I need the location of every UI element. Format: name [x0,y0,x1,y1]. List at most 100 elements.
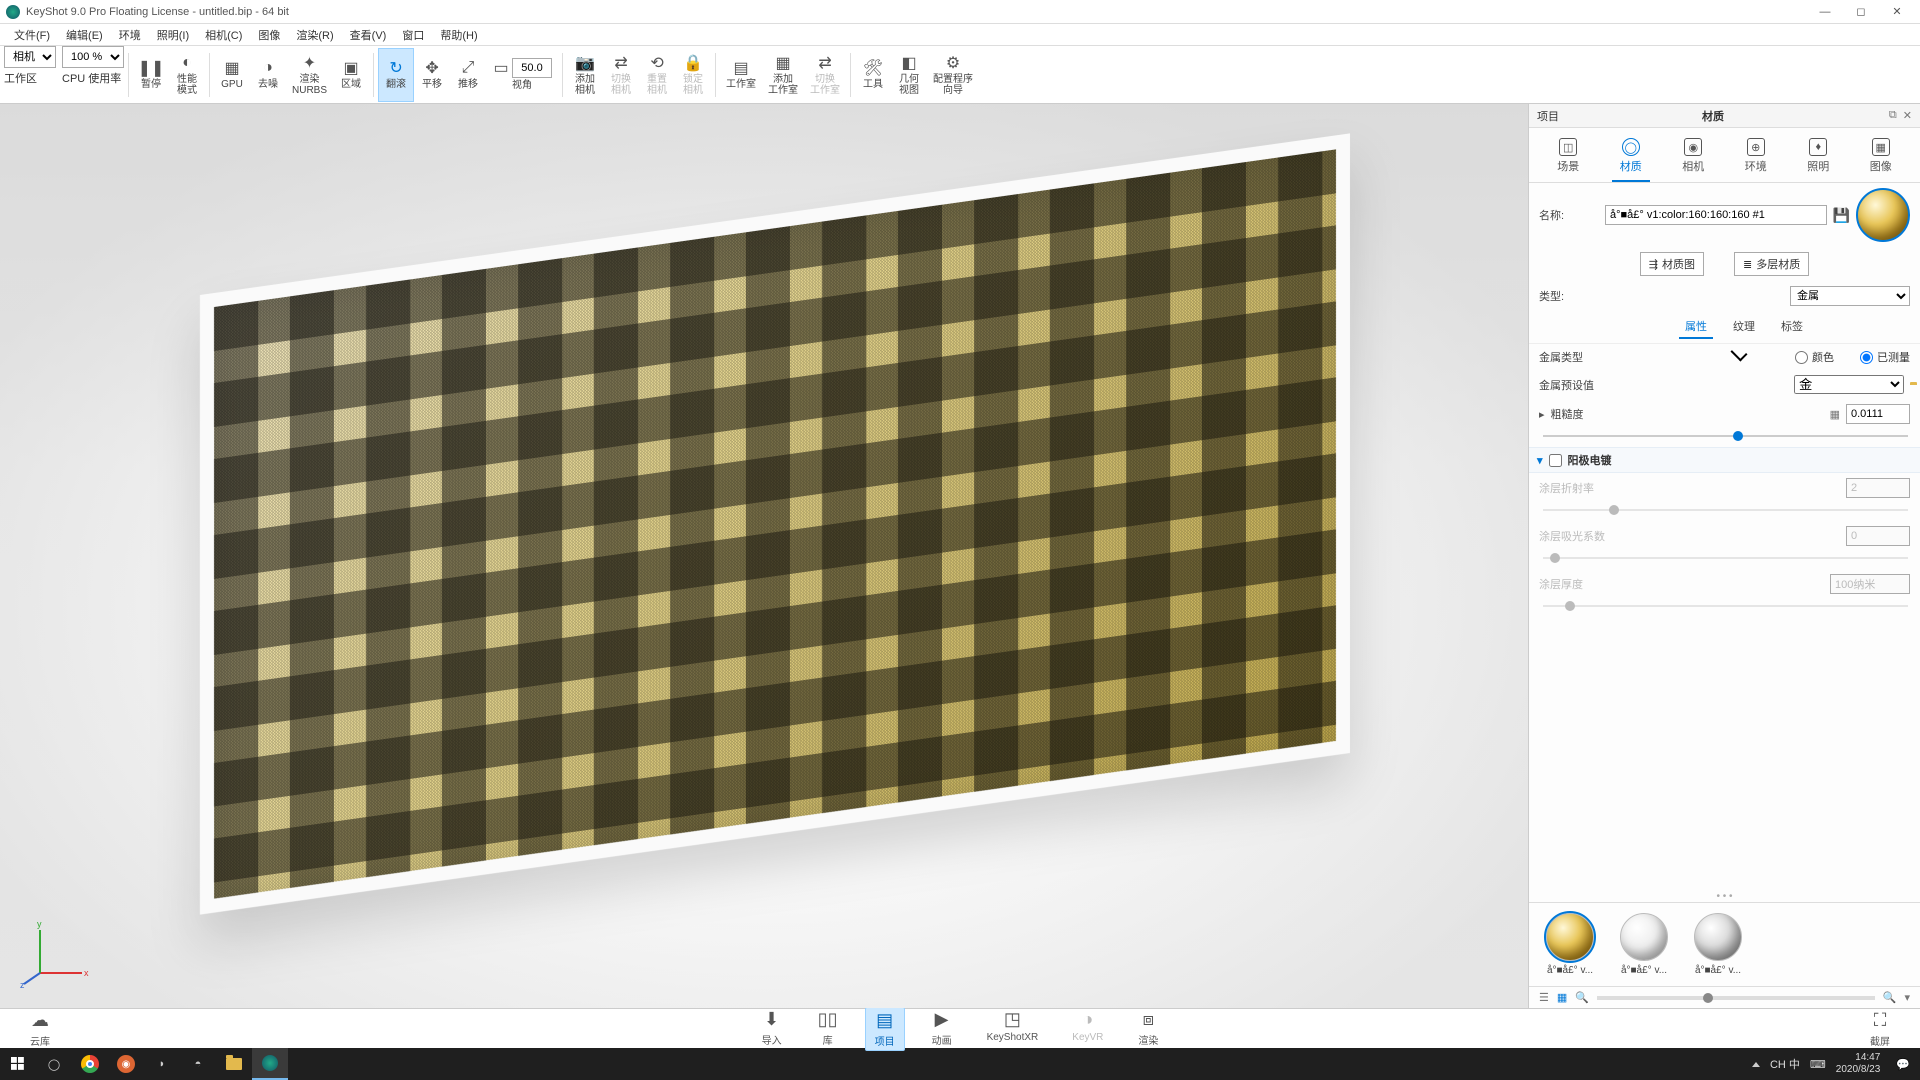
taskbar-obs[interactable]: ◓ [180,1048,216,1080]
animation-button[interactable]: ▶动画 [923,1007,961,1051]
menu-edit[interactable]: 编辑(E) [58,25,111,45]
ime-indicator[interactable]: CH 中 [1770,1056,1800,1072]
subtab-textures[interactable]: 纹理 [1727,315,1761,339]
wizard-icon: ⚙ [944,54,962,72]
taskbar-chrome[interactable] [72,1048,108,1080]
expand-icon[interactable]: ▸ [1539,408,1545,421]
dolly-button[interactable]: ⤢推移 [450,48,486,102]
add-studio-button[interactable]: ▦添加 工作室 [762,48,804,102]
close-button[interactable]: ✕ [1880,2,1914,22]
import-button[interactable]: ⬇导入 [753,1007,791,1051]
maximize-button[interactable]: ◻ [1844,2,1878,22]
anodize-checkbox[interactable] [1549,454,1562,467]
menu-render[interactable]: 渲染(R) [288,25,341,45]
denoise-button[interactable]: ◑去噪 [250,48,286,102]
subtab-properties[interactable]: 属性 [1679,315,1713,339]
save-material-icon[interactable]: 💾 [1833,207,1850,224]
list-view-icon[interactable]: ☰ [1539,991,1549,1004]
tab-material[interactable]: ◯材质 [1612,134,1650,182]
pause-button[interactable]: ❚❚暂停 [133,48,169,102]
filter-icon[interactable]: ▾ [1904,991,1910,1004]
taskbar-keyshot[interactable] [252,1048,288,1080]
roughness-slider[interactable] [1543,429,1908,443]
measured-radio[interactable]: 已测量 [1860,349,1910,365]
main-area: x y z 项目 材质 ⧉ ✕ ◫场景 ◯材质 ◉相机 ⊕环境 ♦照明 ▦图像 … [0,104,1920,1008]
menu-help[interactable]: 帮助(H) [432,25,485,45]
tab-camera[interactable]: ◉相机 [1674,134,1712,182]
menu-image[interactable]: 图像 [250,25,288,45]
metal-preset-select[interactable]: 金 [1794,375,1904,394]
tools-button[interactable]: 🛠工具 [855,48,891,102]
studio-button[interactable]: ▤工作室 [720,48,762,102]
axis-gizmo: x y z [20,918,90,988]
render-viewport[interactable]: x y z [0,104,1528,1008]
anodize-header[interactable]: ▾ 阳极电镀 [1529,447,1920,473]
nurbs-button[interactable]: ✦渲染 NURBS [286,48,333,102]
reset-camera-button[interactable]: ⟲重置 相机 [639,48,675,102]
gpu-button[interactable]: ▦GPU [214,48,250,102]
camera-select[interactable]: 相机 [4,46,56,68]
project-button[interactable]: ▤项目 [865,1007,905,1051]
menu-lighting[interactable]: 照明(I) [149,25,197,45]
performance-button[interactable]: ◐性能 模式 [169,48,205,102]
menu-file[interactable]: 文件(F) [6,25,58,45]
zoom-in-icon[interactable]: 🔍 [1883,991,1897,1004]
add-camera-button[interactable]: 📷添加 相机 [567,48,603,102]
zoom-select[interactable]: 100 % [62,46,124,68]
swatch-zoom-slider[interactable] [1597,996,1875,1000]
config-wizard-button[interactable]: ⚙配置程序 向导 [927,48,979,102]
taskbar-steam[interactable]: ◗ [144,1048,180,1080]
undock-icon[interactable]: ⧉ [1889,109,1897,122]
render-button[interactable]: ⧈渲染 [1129,1007,1167,1051]
menu-view[interactable]: 查看(V) [342,25,395,45]
material-graph-button[interactable]: ⇶材质图 [1640,252,1704,276]
keyvr-button[interactable]: ◑KeyVR [1064,1007,1111,1051]
color-radio[interactable]: 颜色 [1795,349,1834,365]
material-type-select[interactable]: 金属 [1790,286,1910,306]
taskbar-clock[interactable]: 14:472020/8/23 [1836,1052,1887,1076]
minimize-button[interactable]: — [1808,2,1842,22]
region-button[interactable]: ▣区域 [333,48,369,102]
library-button[interactable]: ▯▯库 [809,1007,847,1051]
swatch-0[interactable]: å°■å£° v... [1539,913,1601,976]
roughness-map-icon[interactable]: ▦ [1830,408,1840,421]
roughness-input[interactable] [1846,404,1910,424]
fov-button[interactable]: ▭ 视角 [486,48,558,102]
switch-studio-button[interactable]: ⇄切换 工作室 [804,48,846,102]
swatch-1[interactable]: å°■å£° v... [1613,913,1675,976]
tumble-button[interactable]: ↻翻滚 [378,48,414,102]
ior-row: 涂层折射率 [1529,473,1920,503]
menu-environment[interactable]: 环境 [111,25,149,45]
zoom-out-icon[interactable]: 🔍 [1575,991,1589,1004]
tab-image[interactable]: ▦图像 [1862,134,1900,182]
material-preview-sphere[interactable] [1856,188,1910,242]
screenshot-button[interactable]: ⛶截屏 [1861,1008,1899,1050]
tab-scene[interactable]: ◫场景 [1549,134,1587,182]
cloud-library-button[interactable]: ☁云库 [21,1008,59,1050]
cloud-icon: ☁ [29,1010,51,1032]
panel-close-icon[interactable]: ✕ [1903,109,1912,122]
multilayer-button[interactable]: ≣多层材质 [1734,252,1809,276]
material-name-input[interactable] [1605,205,1827,225]
lock-camera-button[interactable]: 🔒锁定 相机 [675,48,711,102]
swatch-2[interactable]: å°■å£° v... [1687,913,1749,976]
menu-window[interactable]: 窗口 [394,25,432,45]
grid-view-icon[interactable]: ▦ [1557,991,1567,1004]
geometry-view-button[interactable]: ◧几何 视图 [891,48,927,102]
keyshotxr-button[interactable]: ◳KeyShotXR [979,1007,1047,1051]
tab-lighting[interactable]: ♦照明 [1799,134,1837,182]
window-title: KeyShot 9.0 Pro Floating License - untit… [26,6,1808,18]
switch-camera-button[interactable]: ⇄切换 相机 [603,48,639,102]
menu-camera[interactable]: 相机(C) [197,25,250,45]
taskbar-explorer[interactable] [216,1048,252,1080]
fov-input[interactable] [512,58,552,78]
keyboard-icon[interactable]: ⌨ [1810,1058,1826,1071]
taskbar-search[interactable]: ◯ [36,1048,72,1080]
subtab-labels[interactable]: 标签 [1775,315,1809,339]
tray-overflow-icon[interactable] [1752,1062,1760,1067]
tab-environment[interactable]: ⊕环境 [1737,134,1775,182]
pan-button[interactable]: ✥平移 [414,48,450,102]
taskbar-app-red[interactable]: ◉ [108,1048,144,1080]
notifications-icon[interactable]: 💬 [1896,1058,1910,1071]
start-button[interactable] [0,1048,36,1080]
